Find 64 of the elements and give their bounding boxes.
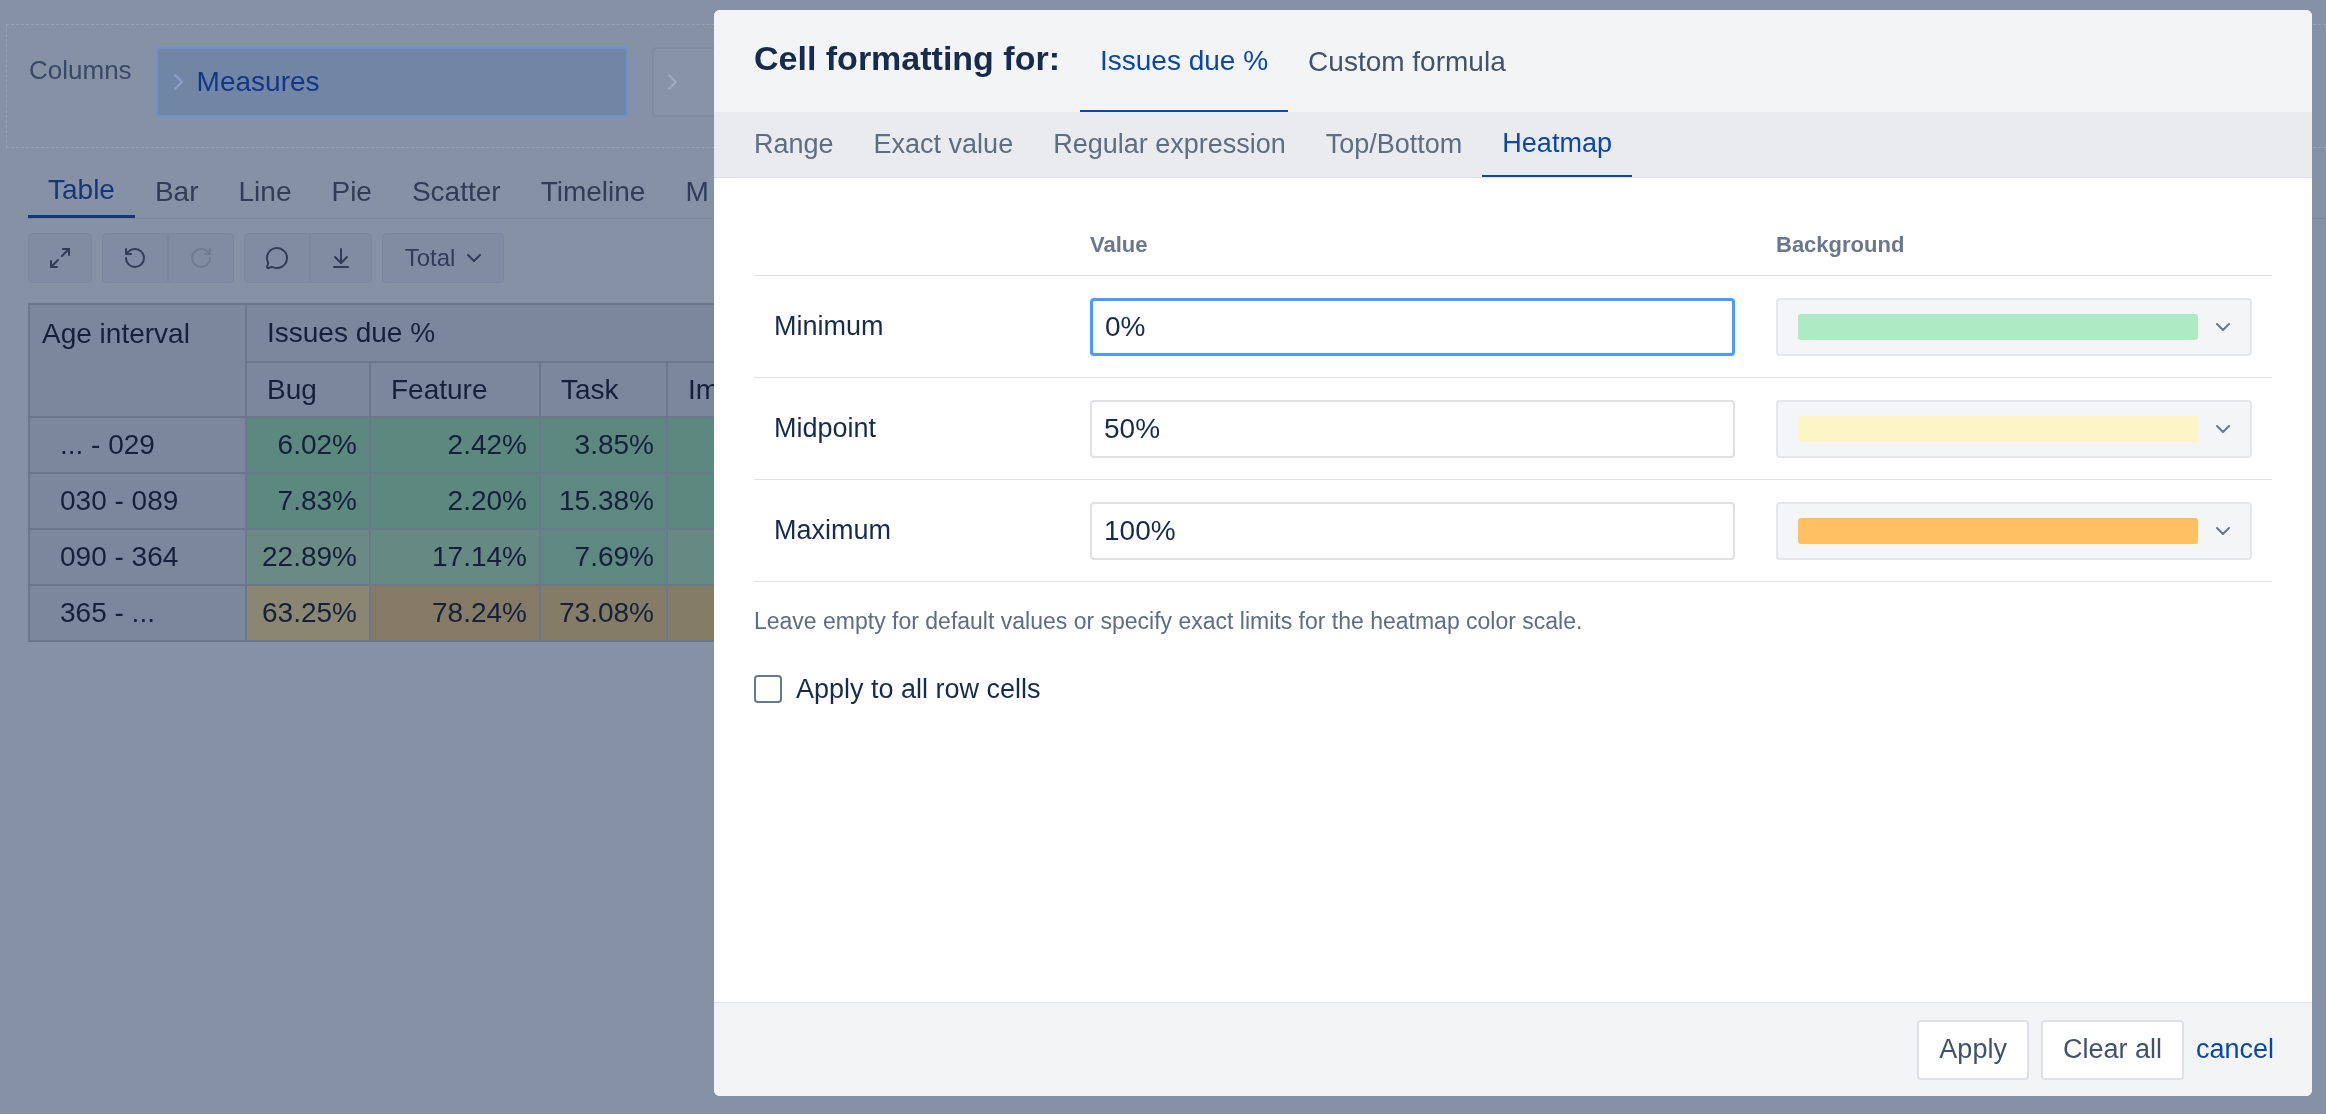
- row-header-cell: 090 - 364: [29, 529, 246, 585]
- undo-icon: [123, 246, 147, 270]
- comment-button[interactable]: [244, 233, 310, 283]
- value-input[interactable]: 0%: [1090, 297, 1735, 356]
- view-tab[interactable]: M: [665, 165, 729, 218]
- row-label: Midpoint: [773, 412, 878, 446]
- heat-cell: 2.42%: [370, 417, 540, 473]
- heat-cell: 7.69%: [540, 529, 667, 585]
- caret-icon: [467, 254, 482, 262]
- color-select[interactable]: [1776, 399, 2252, 458]
- hint-text: Leave empty for default values or specify exact limits for the heatmap color scale.: [754, 607, 1584, 636]
- view-tab[interactable]: Timeline: [520, 165, 666, 218]
- rule-tab[interactable]: Exact value: [853, 111, 1034, 177]
- caret-icon: [2216, 322, 2230, 331]
- row-header-cell: ... - 029: [29, 417, 246, 473]
- view-tab[interactable]: Bar: [134, 165, 219, 218]
- caret-icon: [2216, 526, 2230, 535]
- chevron-icon: [173, 74, 183, 90]
- checkbox-label: Apply to all row cells: [796, 672, 1041, 706]
- view-tab[interactable]: Pie: [311, 165, 392, 218]
- heat-cell: 17.14%: [370, 529, 540, 585]
- footer-button[interactable]: Clear all: [2040, 1019, 2184, 1080]
- heat-cell: 3.85%: [540, 417, 667, 473]
- view-tab[interactable]: Line: [218, 165, 312, 218]
- footer-button[interactable]: Apply: [1917, 1019, 2029, 1080]
- view-tab[interactable]: Scatter: [391, 165, 521, 218]
- row-header-cell: 365 - ...: [29, 585, 246, 641]
- heat-cell: 7.83%: [246, 473, 370, 529]
- value-input[interactable]: 50%: [1090, 399, 1735, 458]
- dialog-title: Cell formatting for:: [754, 38, 1060, 79]
- heat-cell: 73.08%: [540, 585, 667, 641]
- download-button[interactable]: [310, 233, 372, 283]
- rule-tab[interactable]: Top/Bottom: [1305, 111, 1483, 177]
- comment-icon: [265, 246, 289, 270]
- expand-icon: [48, 246, 72, 270]
- heat-cell: 2.20%: [370, 473, 540, 529]
- fullscreen-button[interactable]: [28, 233, 92, 283]
- column-header: Background: [1776, 231, 1905, 259]
- caret-icon: [2216, 424, 2230, 433]
- view-tab[interactable]: Table: [28, 165, 135, 218]
- color-select[interactable]: [1776, 297, 2252, 356]
- columns-label: Columns: [29, 54, 132, 87]
- row-label: Minimum: [773, 310, 885, 344]
- heat-cell: 78.24%: [370, 585, 540, 641]
- row-header-cell: 030 - 089: [29, 473, 246, 529]
- value-input[interactable]: 100%: [1090, 501, 1735, 560]
- total-dropdown[interactable]: Total: [382, 233, 504, 283]
- rule-tab[interactable]: Regular expression: [1033, 111, 1306, 177]
- cancel-link[interactable]: cancel: [2195, 1029, 2274, 1070]
- header-cell: Age interval: [29, 304, 246, 417]
- apply-all-checkbox[interactable]: [754, 674, 782, 703]
- heat-cell: 63.25%: [246, 585, 370, 641]
- rule-tab[interactable]: Range: [734, 111, 854, 177]
- undo-button[interactable]: [102, 233, 168, 283]
- heat-cell: 22.89%: [246, 529, 370, 585]
- color-select[interactable]: [1776, 501, 2252, 560]
- rule-tab[interactable]: Heatmap: [1482, 111, 1632, 177]
- heat-cell: 15.38%: [540, 473, 667, 529]
- row-label: Maximum: [773, 514, 892, 548]
- measures-chip[interactable]: Measures: [155, 47, 628, 117]
- column-header: Value: [1090, 231, 1149, 259]
- target-tab[interactable]: Custom formula: [1288, 10, 1526, 112]
- chevron-icon: [667, 74, 677, 90]
- heat-cell: 6.02%: [246, 417, 370, 473]
